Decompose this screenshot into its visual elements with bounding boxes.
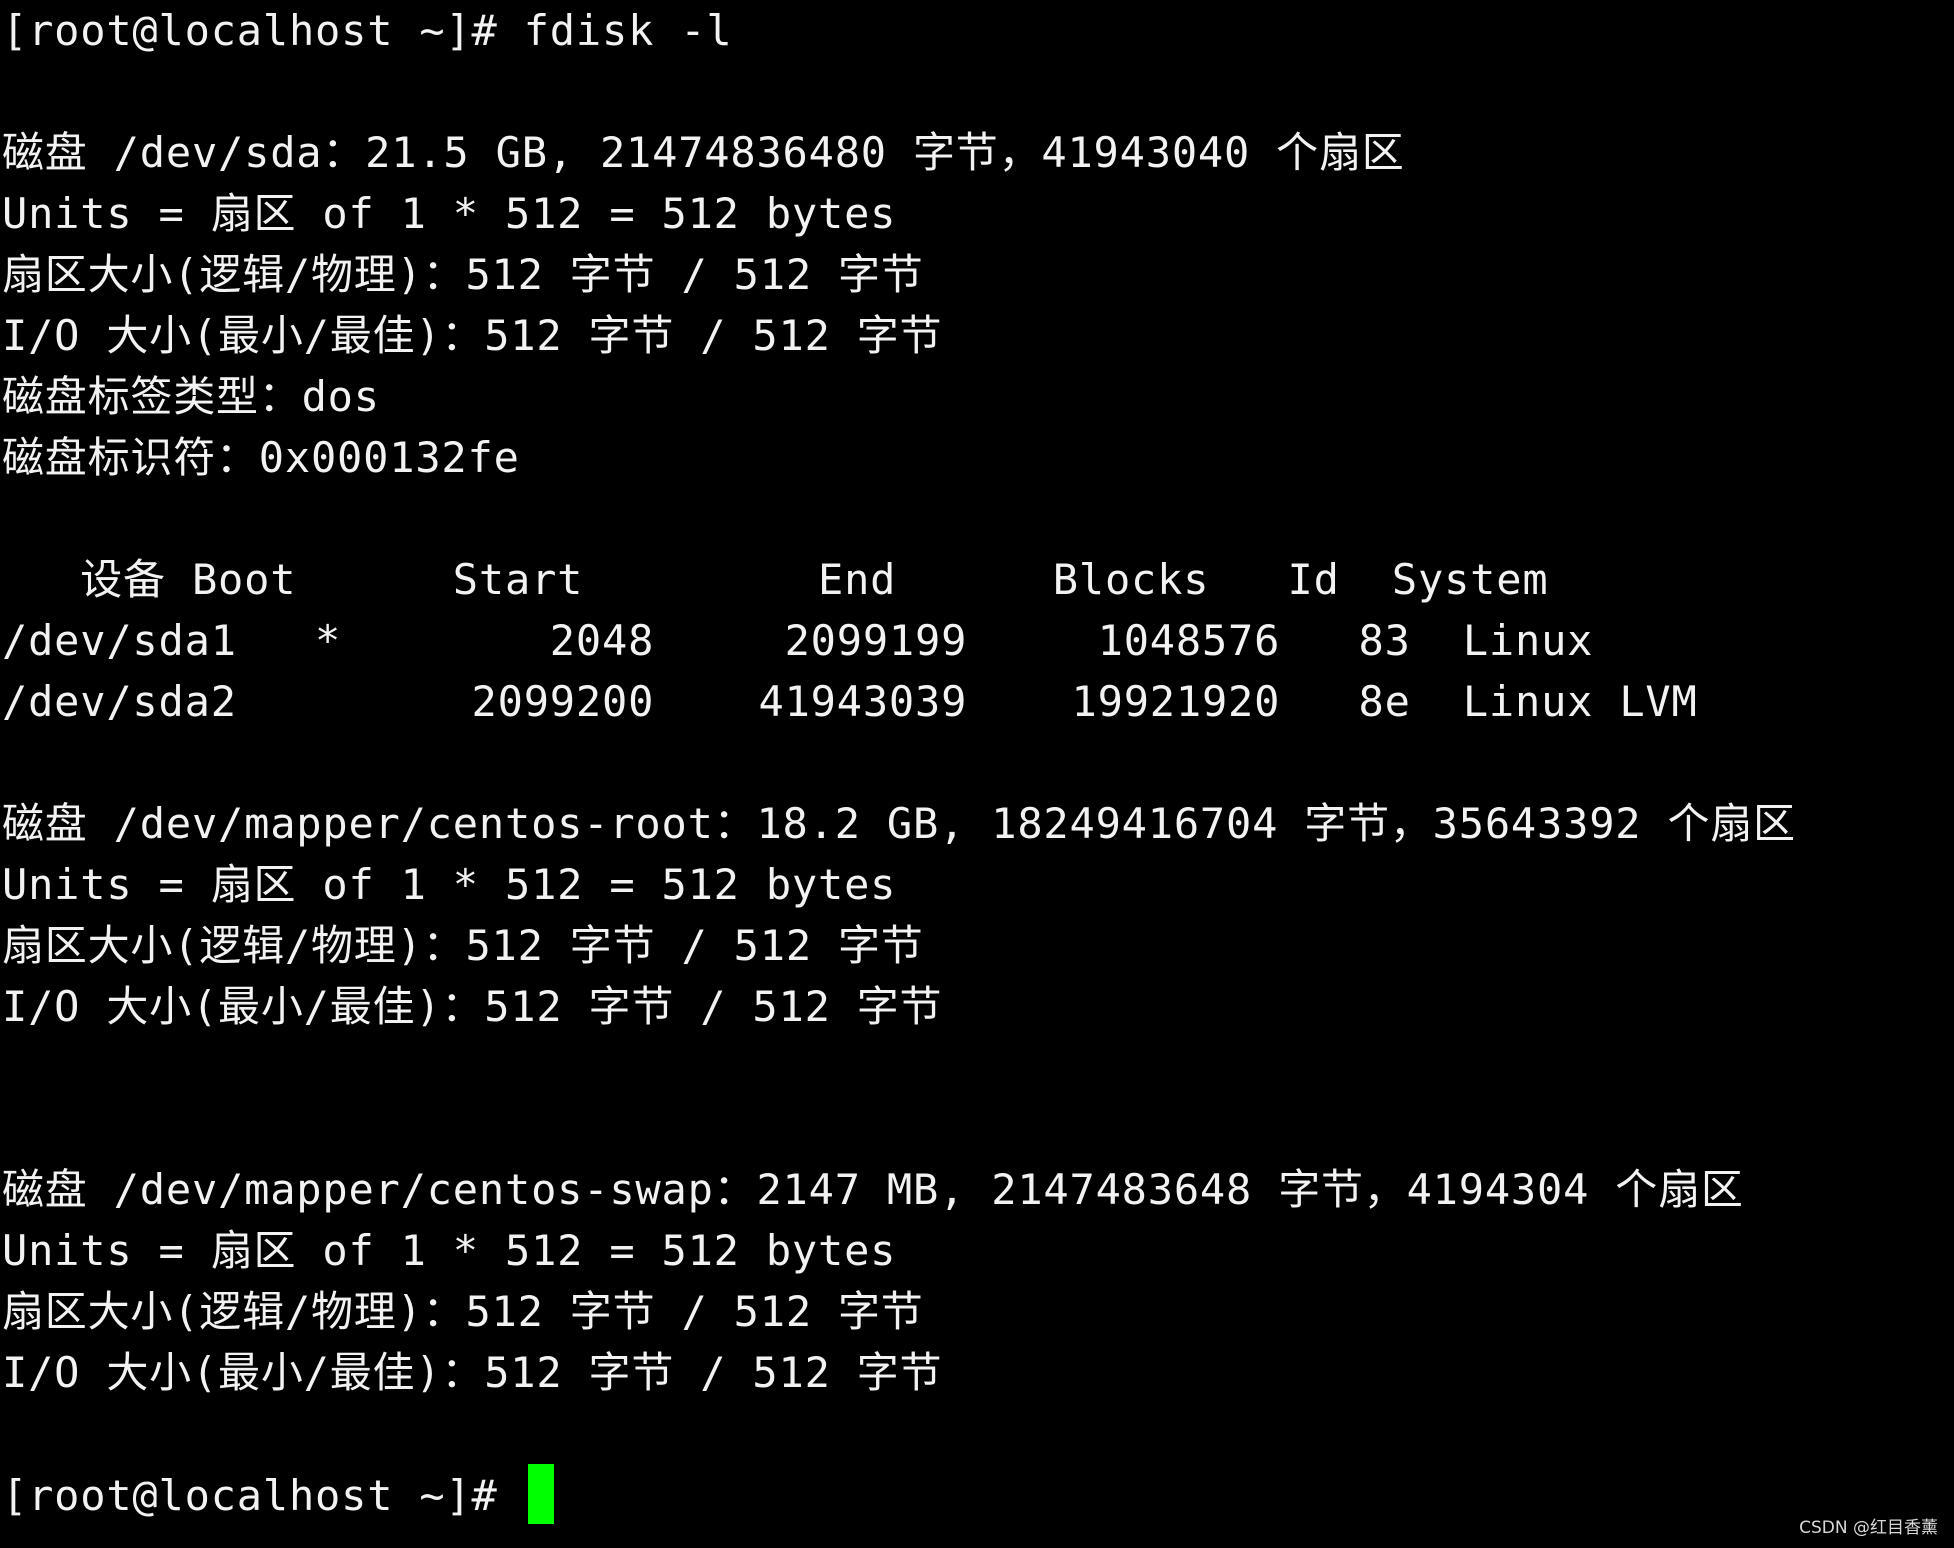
command-prompt-line[interactable]: [root@localhost ~]# — [2, 1464, 1954, 1525]
output-line: I/O 大小(最小/最佳)：512 字节 / 512 字节 — [2, 982, 943, 1031]
output-line: 扇区大小(逻辑/物理)：512 字节 / 512 字节 — [2, 1287, 924, 1336]
output-line: Units = 扇区 of 1 * 512 = 512 bytes — [2, 1226, 897, 1275]
output-line: Units = 扇区 of 1 * 512 = 512 bytes — [2, 189, 897, 238]
output-line: I/O 大小(最小/最佳)：512 字节 / 512 字节 — [2, 1348, 943, 1397]
output-line: I/O 大小(最小/最佳)：512 字节 / 512 字节 — [2, 311, 943, 360]
output-line: 磁盘标签类型：dos — [2, 372, 380, 421]
text-cursor — [527, 1464, 554, 1524]
output-line: 磁盘标识符：0x000132fe — [2, 433, 520, 482]
terminal-output: [root@localhost ~]# fdisk -l 磁盘 /dev/sda：… — [2, 0, 1954, 1464]
output-line: 设备 Boot Start End Blocks Id System — [2, 555, 1549, 604]
output-line: 扇区大小(逻辑/物理)：512 字节 / 512 字节 — [2, 250, 924, 299]
output-line: 磁盘 /dev/sda：21.5 GB, 21474836480 字节，4194… — [2, 128, 1405, 177]
output-line: 磁盘 /dev/mapper/centos-swap：2147 MB, 2147… — [2, 1165, 1744, 1214]
output-line: /dev/sda1 * 2048 2099199 1048576 83 Linu… — [2, 616, 1594, 665]
output-line: 扇区大小(逻辑/物理)：512 字节 / 512 字节 — [2, 921, 924, 970]
output-line: /dev/sda2 2099200 41943039 19921920 8e L… — [2, 677, 1698, 726]
output-line: Units = 扇区 of 1 * 512 = 512 bytes — [2, 860, 897, 909]
output-line: [root@localhost ~]# fdisk -l — [2, 6, 733, 55]
terminal-window[interactable]: [root@localhost ~]# fdisk -l 磁盘 /dev/sda：… — [0, 0, 1954, 1548]
watermark: CSDN @红目香薰 — [1799, 1518, 1938, 1538]
prompt-text: [root@localhost ~]# — [2, 1471, 524, 1520]
output-line: 磁盘 /dev/mapper/centos-root：18.2 GB, 1824… — [2, 799, 1796, 848]
